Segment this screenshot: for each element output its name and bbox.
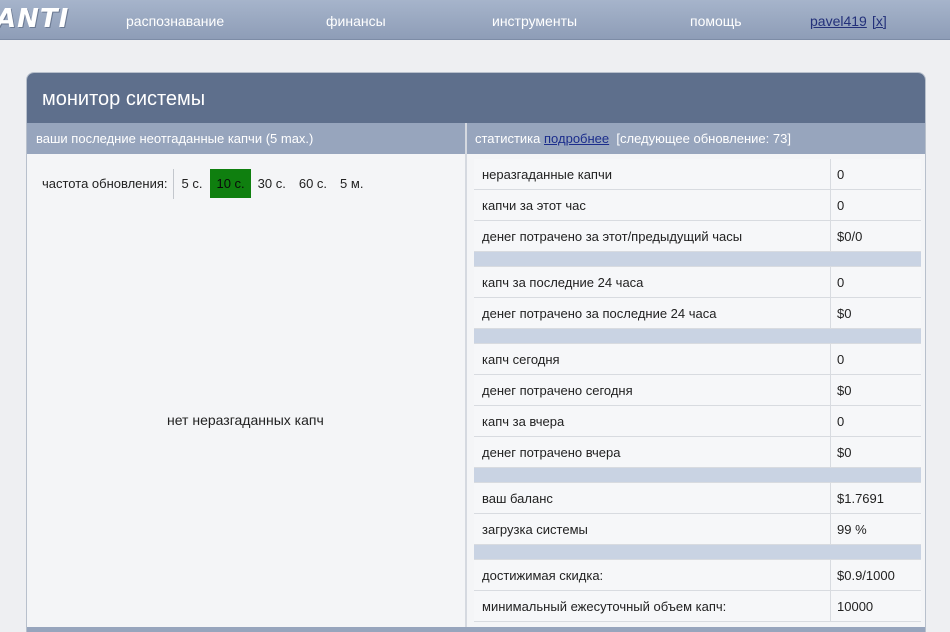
stat-label: денег потрачено за последние 24 часа: [474, 298, 831, 328]
stat-value: $0: [837, 382, 852, 398]
details-link[interactable]: подробнее: [544, 131, 609, 146]
stat-value: $1.7691: [837, 490, 884, 506]
stat-row: денег потрачено вчера $0: [474, 437, 921, 468]
top-navigation: ANTI распознавание финансы инструменты п…: [0, 0, 950, 40]
stat-label: загрузка системы: [474, 514, 831, 544]
stat-row: денег потрачено за этот/предыдущий часы $…: [474, 221, 921, 252]
group-separator: [474, 468, 921, 483]
stat-value: 0: [837, 197, 845, 213]
stat-value: 0: [837, 413, 845, 429]
stat-row: неразгаданные капчи 0: [474, 159, 921, 190]
stat-value: $0: [837, 305, 852, 321]
stat-label: минимальный ежесуточный объем капч:: [474, 591, 831, 621]
refresh-option-60s[interactable]: 60 с.: [294, 169, 332, 198]
stat-value: 99 %: [837, 521, 867, 537]
stat-row: денег потрачено за последние 24 часа $0: [474, 298, 921, 329]
username-link[interactable]: pavel419: [810, 13, 867, 29]
stat-value: $0: [837, 444, 852, 460]
refresh-rate-selector: частота обновления: 5 с. 10 с. 30 с. 60 …: [42, 168, 371, 199]
stat-value: 0: [837, 351, 845, 367]
unsolved-captchas-header: ваши последние неотгаданные капчи (5 max…: [27, 123, 465, 154]
stat-value: 10000: [837, 598, 874, 614]
next-update-text: [следующее обновление: 73]: [616, 131, 791, 146]
panel-footer-strip: [27, 627, 925, 632]
logout-link[interactable]: [x]: [872, 13, 887, 29]
statistics-header: статистика подробнее [следующее обновлен…: [467, 123, 925, 154]
stat-value: 0: [837, 166, 845, 182]
statistics-table: неразгаданные капчи 0 капчи за этот час 0 …: [474, 159, 921, 622]
column-divider: [465, 123, 467, 632]
refresh-option-5s[interactable]: 5 с.: [177, 169, 208, 198]
statistics-label: статистика: [475, 131, 541, 146]
stat-label: достижимая скидка:: [474, 560, 831, 590]
stat-label: денег потрачено сегодня: [474, 375, 831, 405]
group-separator: [474, 329, 921, 344]
refresh-option-5m[interactable]: 5 м.: [335, 169, 368, 198]
stat-row: достижимая скидка: $0.9/1000: [474, 560, 921, 591]
stat-row: ваш баланс $1.7691: [474, 483, 921, 514]
system-monitor-panel: монитор системы ваши последние неотгадан…: [26, 72, 926, 632]
nav-item-tools[interactable]: инструменты: [492, 13, 577, 29]
stat-row: капч сегодня 0: [474, 344, 921, 375]
refresh-option-10s[interactable]: 10 с.: [210, 169, 251, 198]
refresh-option-30s[interactable]: 30 с.: [253, 169, 291, 198]
stat-row: капч за вчера 0: [474, 406, 921, 437]
refresh-rate-label: частота обновления:: [42, 176, 168, 191]
stat-label: капч за последние 24 часа: [474, 267, 831, 297]
stat-row: загрузка системы 99 %: [474, 514, 921, 545]
stat-value: $0.9/1000: [837, 567, 895, 583]
group-separator: [474, 252, 921, 267]
stat-label: денег потрачено вчера: [474, 437, 831, 467]
no-captchas-message: нет неразгаданных капч: [167, 412, 324, 428]
divider: [172, 168, 174, 199]
stat-value: $0/0: [837, 228, 863, 244]
stat-label: ваш баланс: [474, 483, 831, 513]
stat-label: капч за вчера: [474, 406, 831, 436]
stat-row: капчи за этот час 0: [474, 190, 921, 221]
stat-row: денег потрачено сегодня $0: [474, 375, 921, 406]
stat-row: капч за последние 24 часа 0: [474, 267, 921, 298]
nav-item-help[interactable]: помощь: [690, 13, 742, 29]
stat-label: капчи за этот час: [474, 190, 831, 220]
stat-label: капч сегодня: [474, 344, 831, 374]
nav-item-finances[interactable]: финансы: [326, 13, 386, 29]
stat-value: 0: [837, 274, 845, 290]
stat-label: неразгаданные капчи: [474, 159, 831, 189]
group-separator: [474, 545, 921, 560]
nav-item-recognition[interactable]: распознавание: [126, 13, 224, 29]
site-logo[interactable]: ANTI: [0, 4, 69, 34]
stat-row: минимальный ежесуточный объем капч: 10000: [474, 591, 921, 622]
panel-title: монитор системы: [27, 73, 925, 123]
stat-label: денег потрачено за этот/предыдущий часы: [474, 221, 831, 251]
